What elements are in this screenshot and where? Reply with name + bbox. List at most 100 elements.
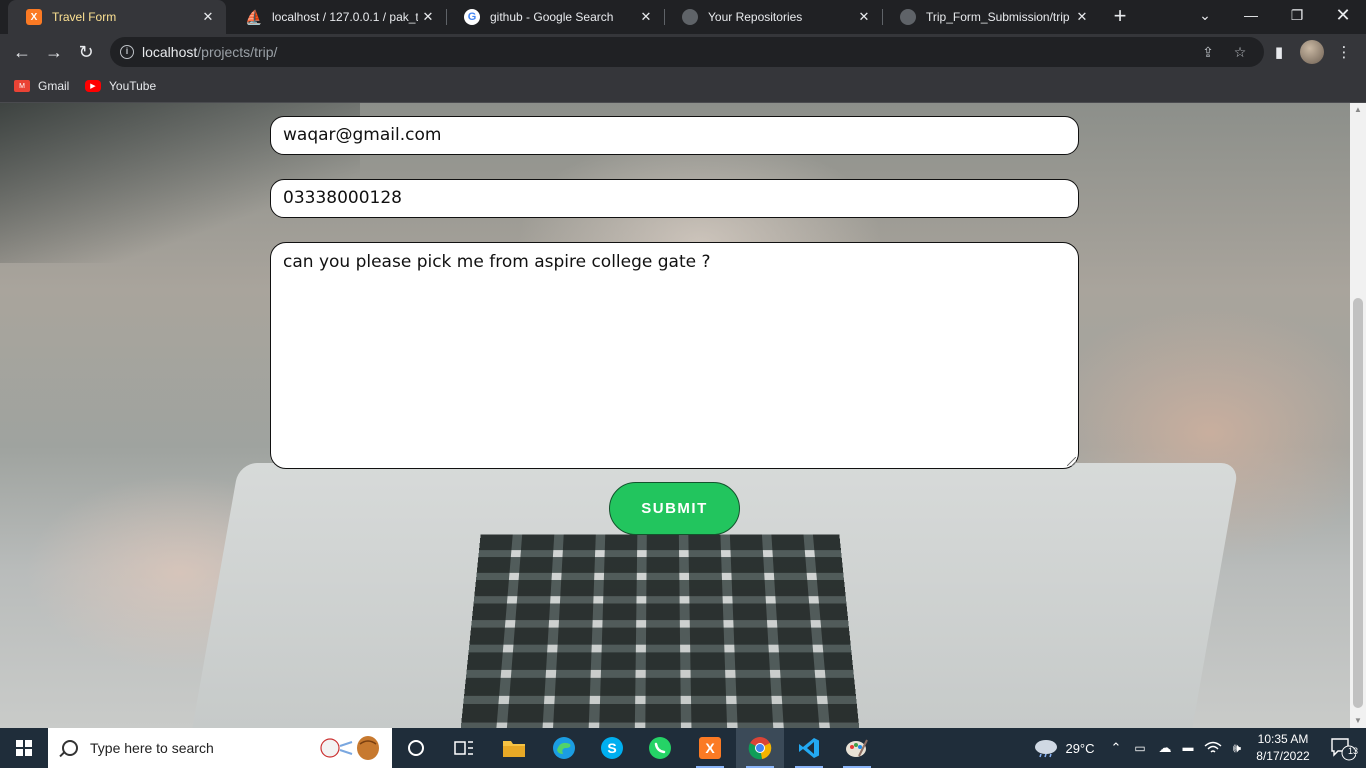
skype-button[interactable]: S — [588, 728, 636, 768]
gmail-icon: M — [14, 80, 30, 92]
taskbar-search-box[interactable]: Type here to search — [48, 728, 392, 768]
close-icon[interactable]: ✕ — [1072, 9, 1092, 25]
background-photo-keyboard — [458, 534, 862, 728]
tab-title: Travel Form — [52, 10, 117, 24]
cortana-circle-icon — [408, 740, 424, 756]
submit-button[interactable]: SUBMIT — [609, 482, 740, 535]
tab-travel-form[interactable]: X Travel Form ✕ — [8, 0, 226, 34]
vscode-icon — [799, 738, 819, 758]
volume-icon[interactable]: 🕪 — [1226, 728, 1248, 768]
resize-handle-icon[interactable] — [1067, 457, 1076, 466]
tray-overflow-chevron-icon[interactable]: ⌃ — [1106, 728, 1126, 768]
phpmyadmin-icon: ⛵ — [245, 8, 263, 25]
paint-palette-icon — [846, 739, 868, 757]
scroll-down-arrow-icon[interactable]: ▼ — [1350, 714, 1366, 728]
action-center-button[interactable]: 13 — [1318, 728, 1366, 768]
tab-title: localhost / 127.0.0.1 / pak_to — [272, 10, 418, 24]
share-icon[interactable]: ⇪ — [1198, 42, 1218, 62]
whatsapp-button[interactable] — [636, 728, 684, 768]
page-viewport: waqar@gmail.com 03338000128 can you plea… — [0, 103, 1350, 728]
tab-title: Trip_Form_Submission/trip at — [926, 10, 1072, 24]
url-text: localhost/projects/trip/ — [142, 44, 277, 60]
tab-trip-form-submission[interactable]: Trip_Form_Submission/trip at ✕ — [882, 0, 1100, 34]
phone-field[interactable]: 03338000128 — [270, 179, 1079, 218]
taskbar-clock[interactable]: 10:35 AM 8/17/2022 — [1248, 731, 1318, 765]
scrollbar-thumb[interactable] — [1353, 298, 1363, 708]
onedrive-cloud-icon[interactable]: ☁ — [1154, 728, 1176, 768]
notification-count-badge: 13 — [1347, 746, 1358, 756]
skype-icon: S — [601, 737, 623, 759]
cloud-rain-icon — [1035, 740, 1058, 758]
paint-button[interactable] — [833, 728, 881, 768]
back-button[interactable]: ← — [8, 38, 36, 66]
bookmarks-bar: M Gmail ▶ YouTube — [0, 70, 1366, 103]
task-view-icon — [454, 741, 473, 755]
search-icon — [62, 740, 78, 756]
cortana-button[interactable] — [392, 728, 440, 768]
close-icon[interactable]: ✕ — [636, 9, 656, 25]
minimize-button[interactable]: — — [1228, 0, 1274, 30]
edge-icon — [553, 737, 575, 759]
wifi-icon[interactable] — [1202, 728, 1224, 768]
bookmark-gmail[interactable]: M Gmail — [14, 77, 69, 95]
wifi-signal-glyph — [1204, 741, 1222, 753]
svg-text:S: S — [607, 740, 616, 756]
vscode-button[interactable] — [785, 728, 833, 768]
tab-your-repositories[interactable]: Your Repositories ✕ — [664, 0, 882, 34]
youtube-icon: ▶ — [85, 80, 101, 92]
tab-title: github - Google Search — [490, 10, 614, 24]
task-view-button[interactable] — [440, 728, 488, 768]
scroll-up-arrow-icon[interactable]: ▲ — [1350, 103, 1366, 117]
url-host: localhost — [142, 44, 198, 60]
profile-avatar[interactable] — [1300, 40, 1324, 64]
browser-toolbar: ← → ↻ i localhost/projects/trip/ ⇪ ☆ ▮ ⋮ — [0, 34, 1366, 70]
message-text: can you please pick me from aspire colle… — [283, 252, 711, 272]
url-path: /projects/trip/ — [197, 44, 278, 60]
search-placeholder: Type here to search — [90, 740, 214, 756]
bookmark-label: Gmail — [38, 79, 70, 93]
clock-time: 10:35 AM — [1257, 732, 1309, 746]
xampp-button[interactable]: X — [686, 728, 734, 768]
tab-phpmyadmin[interactable]: ⛵ localhost / 127.0.0.1 / pak_to ✕ — [228, 0, 446, 34]
tab-strip: X Travel Form ✕ ⛵ localhost / 127.0.0.1 … — [0, 0, 1366, 34]
folder-icon — [503, 741, 525, 757]
whatsapp-icon — [649, 737, 671, 759]
close-window-button[interactable]: ✕ — [1320, 0, 1366, 30]
search-highlight-baseball-icon — [320, 736, 379, 760]
github-icon — [900, 9, 916, 25]
restore-button[interactable]: ❐ — [1274, 0, 1320, 30]
page-scrollbar[interactable]: ▲ ▼ — [1350, 103, 1366, 728]
clock-date: 8/17/2022 — [1256, 749, 1310, 763]
close-icon[interactable]: ✕ — [854, 9, 874, 25]
windows-taskbar: Type here to search S X 29°C ⌃ ▭ ☁ ▬ 🕪 1… — [0, 728, 1366, 768]
bookmark-star-icon[interactable]: ☆ — [1230, 42, 1250, 62]
bookmark-label: YouTube — [109, 79, 157, 93]
close-icon[interactable]: ✕ — [198, 9, 218, 25]
battery-icon[interactable]: ▬ — [1178, 728, 1198, 768]
forward-button[interactable]: → — [40, 38, 68, 66]
address-bar[interactable]: i localhost/projects/trip/ ⇪ ☆ — [110, 37, 1264, 67]
reload-button[interactable]: ↻ — [72, 38, 100, 66]
weather-temperature: 29°C — [1065, 740, 1095, 756]
weather-widget[interactable]: 29°C — [1030, 728, 1098, 768]
file-explorer-button[interactable] — [490, 728, 538, 768]
github-icon — [682, 9, 698, 25]
svg-text:X: X — [705, 740, 715, 756]
tab-google-search[interactable]: G github - Google Search ✕ — [446, 0, 664, 34]
message-textarea[interactable]: can you please pick me from aspire colle… — [270, 242, 1079, 469]
tab-search-chevron-icon[interactable]: ⌄ — [1182, 0, 1228, 30]
email-field[interactable]: waqar@gmail.com — [270, 116, 1079, 155]
tab-title: Your Repositories — [708, 10, 803, 24]
side-panel-icon[interactable]: ▮ — [1267, 40, 1291, 64]
new-tab-button[interactable]: + — [1108, 5, 1132, 29]
edge-button[interactable] — [540, 728, 588, 768]
google-icon: G — [464, 9, 480, 25]
windows-logo-icon — [16, 740, 32, 756]
menu-kebab-icon[interactable]: ⋮ — [1332, 40, 1356, 64]
start-button[interactable] — [0, 728, 48, 768]
info-icon[interactable]: i — [120, 45, 134, 59]
bookmark-youtube[interactable]: ▶ YouTube — [85, 77, 156, 95]
chrome-button[interactable] — [736, 728, 784, 768]
meet-now-icon[interactable]: ▭ — [1130, 728, 1150, 768]
close-icon[interactable]: ✕ — [418, 9, 438, 25]
